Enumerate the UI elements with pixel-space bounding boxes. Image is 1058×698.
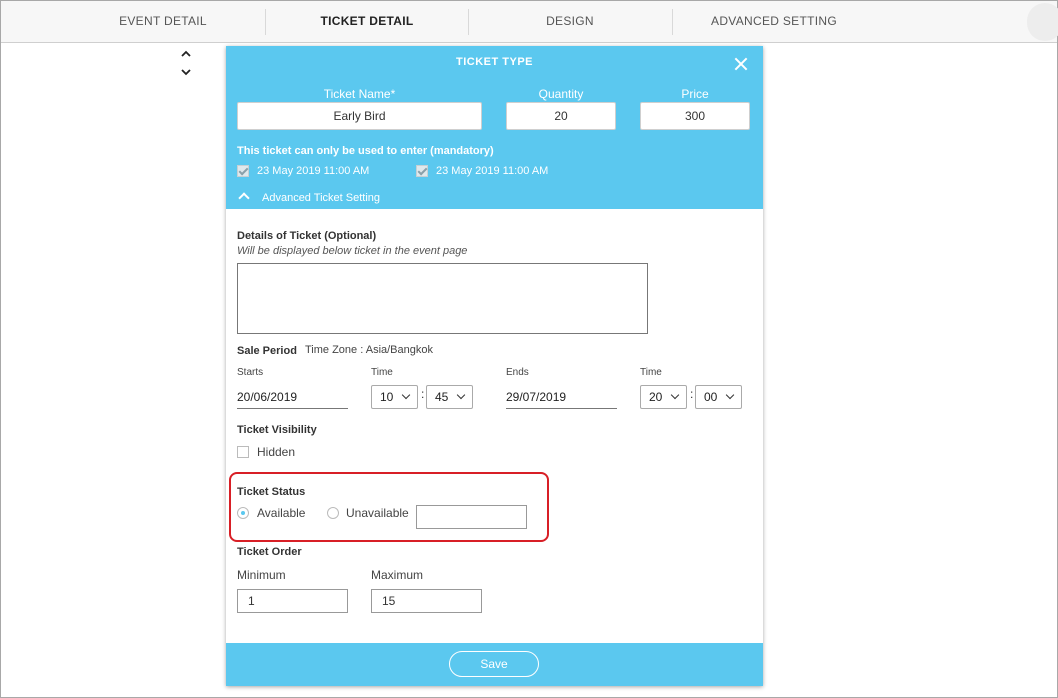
chevron-down-icon <box>670 390 680 400</box>
tab-divider <box>672 9 673 35</box>
time-colon: : <box>690 387 694 401</box>
advanced-ticket-setting-label: Advanced Ticket Setting <box>262 192 381 204</box>
chevron-down-icon <box>401 390 411 400</box>
minimum-input[interactable]: 1 <box>237 589 348 613</box>
quantity-label: Quantity <box>538 87 584 101</box>
tab-ticket-detail[interactable]: TICKET DETAIL <box>267 1 467 43</box>
starts-label: Starts <box>237 367 264 378</box>
start-minute-value: 45 <box>435 390 449 404</box>
tab-event-detail[interactable]: EVENT DETAIL <box>63 1 263 43</box>
start-minute-select[interactable]: 45 <box>426 385 473 409</box>
entry-option-2-label: 23 May 2019 11:00 AM <box>436 165 549 177</box>
entry-option-1-label: 23 May 2019 11:00 AM <box>257 165 370 177</box>
ticket-type-modal: TICKET TYPE Ticket Name* Early Bird Quan… <box>226 46 763 686</box>
chevron-up-icon[interactable] <box>178 48 194 62</box>
end-hour-select[interactable]: 20 <box>640 385 687 409</box>
close-icon[interactable] <box>732 55 750 73</box>
quantity-input[interactable]: 20 <box>506 102 616 130</box>
start-time-label: Time <box>371 367 393 378</box>
tab-design[interactable]: DESIGN <box>470 1 670 43</box>
details-hint: Will be displayed below ticket in the ev… <box>237 245 468 257</box>
chevron-up-icon <box>238 192 250 204</box>
details-textarea[interactable] <box>237 263 648 334</box>
modal-header: TICKET TYPE Ticket Name* Early Bird Quan… <box>226 46 763 209</box>
hidden-label: Hidden <box>257 445 296 459</box>
tab-divider <box>265 9 266 35</box>
ticket-name-input[interactable]: Early Bird <box>237 102 482 130</box>
chevron-down-icon <box>725 390 735 400</box>
ticket-status-highlight <box>229 472 549 542</box>
entry-checkbox-1[interactable] <box>237 165 249 177</box>
modal-footer: Save <box>226 643 763 686</box>
order-title: Ticket Order <box>237 546 302 558</box>
start-hour-select[interactable]: 10 <box>371 385 418 409</box>
nav-corner-button[interactable] <box>1027 3 1058 41</box>
price-input[interactable]: 300 <box>640 102 750 130</box>
entry-option-1[interactable]: 23 May 2019 11:00 AM <box>237 165 369 177</box>
advanced-ticket-setting-toggle[interactable]: Advanced Ticket Setting <box>226 191 763 209</box>
maximum-input[interactable]: 15 <box>371 589 482 613</box>
tab-advanced-setting[interactable]: ADVANCED SETTING <box>674 1 874 43</box>
sale-period-title: Sale Period <box>237 345 297 357</box>
maximum-label: Maximum <box>371 568 424 582</box>
tab-divider <box>468 9 469 35</box>
start-date-input[interactable]: 20/06/2019 <box>237 385 348 409</box>
hidden-checkbox[interactable] <box>237 446 249 458</box>
chevron-down-icon <box>456 390 466 400</box>
end-minute-select[interactable]: 00 <box>695 385 742 409</box>
mandatory-entry-label: This ticket can only be used to enter (m… <box>237 145 494 157</box>
end-time-label: Time <box>640 367 662 378</box>
end-date-input[interactable]: 29/07/2019 <box>506 385 617 409</box>
end-hour-value: 20 <box>649 390 663 404</box>
modal-title: TICKET TYPE <box>455 56 533 68</box>
ticket-name-label: Ticket Name* <box>323 87 396 101</box>
ends-label: Ends <box>506 367 529 378</box>
timezone-label: Time Zone : Asia/Bangkok <box>305 344 433 356</box>
step-nav: EVENT DETAIL TICKET DETAIL DESIGN ADVANC… <box>1 1 1058 43</box>
entry-option-2[interactable]: 23 May 2019 11:00 AM <box>416 165 548 177</box>
chevron-down-icon[interactable] <box>178 66 194 80</box>
end-minute-value: 00 <box>704 390 718 404</box>
details-title: Details of Ticket (Optional) <box>237 230 377 242</box>
visibility-title: Ticket Visibility <box>237 424 317 436</box>
entry-checkbox-2[interactable] <box>416 165 428 177</box>
time-colon: : <box>421 387 425 401</box>
minimum-label: Minimum <box>237 568 286 582</box>
price-label: Price <box>681 87 709 101</box>
start-hour-value: 10 <box>380 390 394 404</box>
save-button[interactable]: Save <box>449 651 539 677</box>
